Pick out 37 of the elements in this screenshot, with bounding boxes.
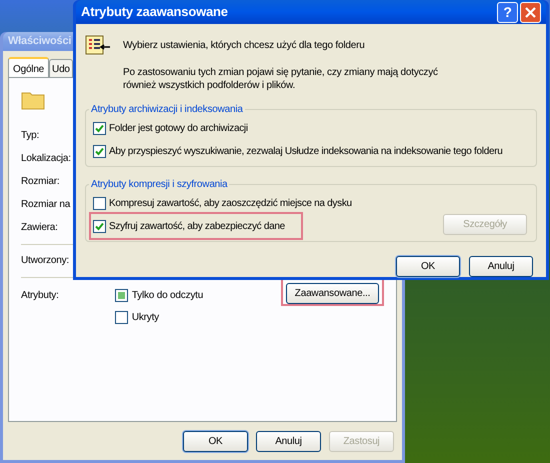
checkbox-label: Szyfruj zawartość, aby zabezpieczyć dane <box>109 220 285 234</box>
group-title: Atrybuty kompresji i szyfrowania <box>90 178 228 192</box>
tab[interactable]: Ogólne <box>8 57 50 77</box>
checkbox-label: Tylko do odczytu <box>132 289 204 303</box>
tab[interactable]: Udo <box>49 59 73 77</box>
note-text: Po zastosowaniu tych zmian pojawi się pytanie, czy zmiany mają dotyczyć również wszystkich podfolderów i plików. <box>123 66 439 92</box>
folder-list-icon <box>85 34 111 56</box>
dialog-button[interactable]: OK <box>396 256 460 277</box>
checkbox[interactable] <box>93 220 106 232</box>
attributes-label: Atrybuty: <box>21 289 60 303</box>
window-title: Atrybuty zaawansowane <box>81 3 228 22</box>
intro-text: Wybierz ustawienia, których chcesz użyć dla tego folderu <box>123 39 365 53</box>
dialog-button[interactable]: OK <box>183 431 248 452</box>
close-button[interactable] <box>520 2 541 22</box>
checkbox[interactable] <box>114 311 128 324</box>
checkbox-label: Ukryty <box>132 311 159 325</box>
checkbox[interactable] <box>93 122 106 134</box>
window-title: Właściwości <box>8 34 72 50</box>
dialog-button[interactable]: Anuluj <box>469 256 533 277</box>
field-label: Typ: <box>21 129 40 143</box>
checkbox[interactable] <box>93 144 106 158</box>
checkbox-label: Aby przyspieszyć wyszukiwanie, zezwalaj Usłudze indeksowania na indeksowanie tego folderu <box>109 144 503 158</box>
checkbox[interactable] <box>114 289 128 302</box>
dialog-button[interactable]: Anuluj <box>256 431 321 452</box>
advanced-button[interactable]: Zaawansowane... <box>286 283 379 304</box>
field-label: Rozmiar: <box>21 175 60 189</box>
field-label: Zawiera: <box>21 221 58 235</box>
checkbox-label: Folder jest gotowy do archiwizacji <box>109 122 248 136</box>
field-label: Rozmiar na <box>21 198 70 212</box>
field-label: Utworzony: <box>21 254 70 268</box>
close-icon <box>525 6 536 18</box>
checkbox[interactable] <box>93 196 106 210</box>
group-title: Atrybuty archiwizacji i indeksowania <box>90 103 244 117</box>
field-label: Lokalizacja: <box>21 152 71 166</box>
folder-icon <box>21 90 45 110</box>
checkbox-label: Kompresuj zawartość, aby zaoszczędzić miejsce na dysku <box>109 196 352 210</box>
help-button[interactable]: ? <box>497 2 518 22</box>
